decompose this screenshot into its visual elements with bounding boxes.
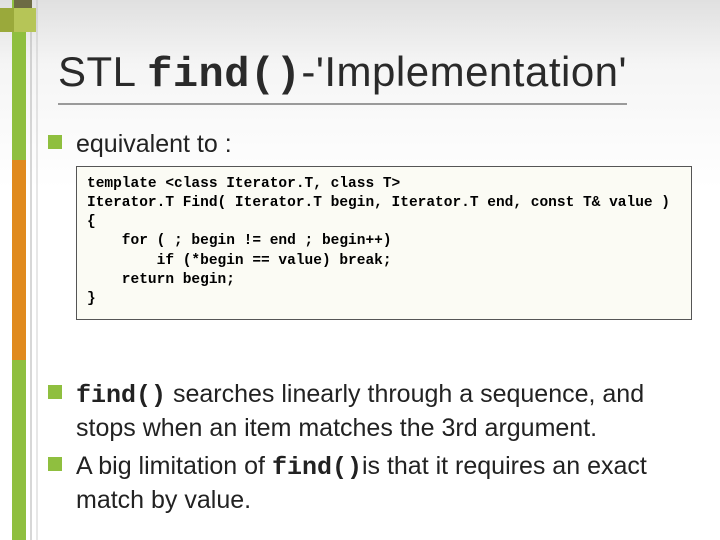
title-wrap: STL find()-'Implementation' [58,48,696,105]
title-mono: find() [147,51,301,99]
bullet-1: equivalent to : [48,128,692,160]
bullet-icon [48,385,62,399]
slide: STL find()-'Implementation' equivalent t… [0,0,720,540]
bullet-icon [48,135,62,149]
bullet-3-text: A big limitation of find()is that it req… [76,450,692,516]
bullet-3-mono: find() [272,453,362,482]
bullet-1-text: equivalent to : [76,128,692,160]
slide-title: STL find()-'Implementation' [58,48,627,105]
bullet-icon [48,457,62,471]
code-block: template <class Iterator.T, class T> Ite… [76,166,692,320]
decor-top-stack [0,0,50,100]
bullet-3-pre: A big limitation of [76,452,272,480]
title-pre: STL [58,48,147,95]
slide-body: equivalent to : template <class Iterator… [48,128,692,522]
bullet-2: find() searches linearly through a seque… [48,378,692,444]
decor-bar-orange [12,160,26,360]
bullet-2-mono: find() [76,381,166,410]
bullet-3: A big limitation of find()is that it req… [48,450,692,516]
title-post: -'Implementation' [301,48,627,95]
bullet-2-text: find() searches linearly through a seque… [76,378,692,444]
